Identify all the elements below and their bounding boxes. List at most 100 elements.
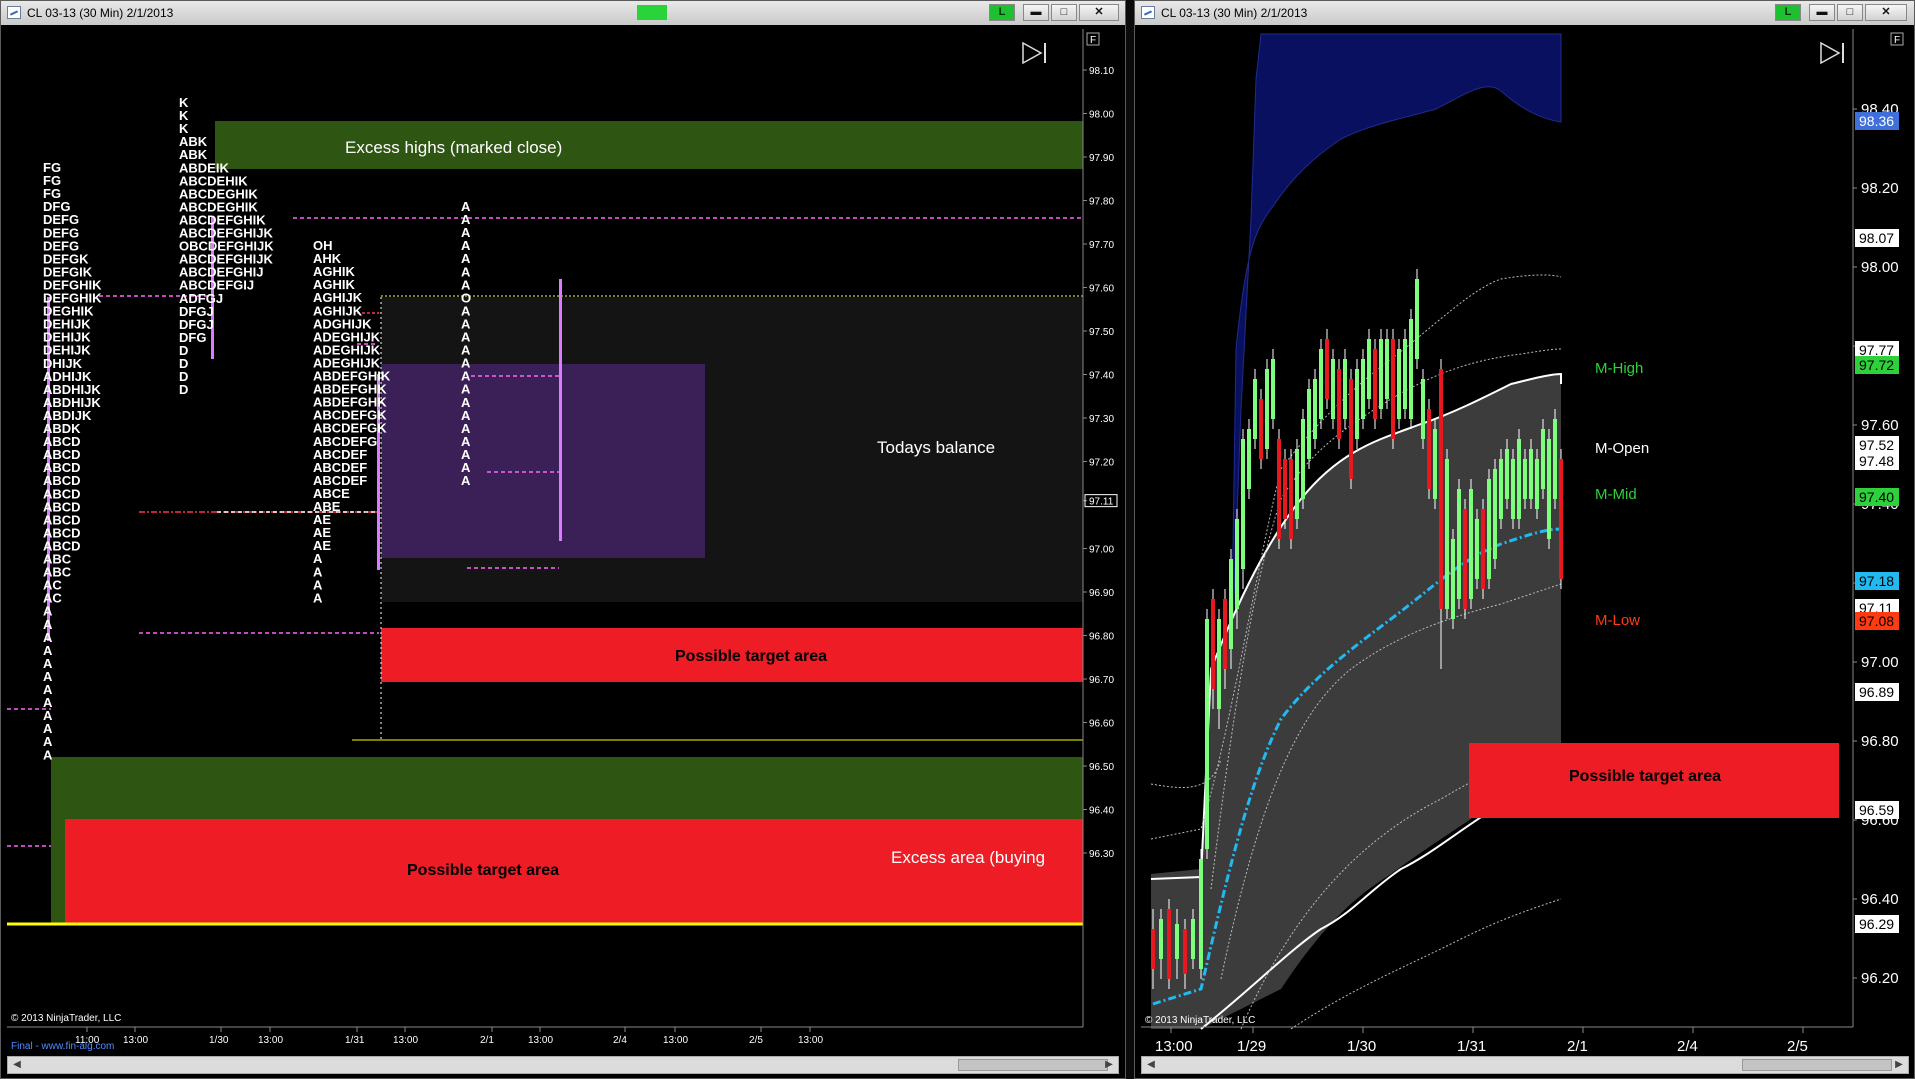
candle-body: [1367, 339, 1371, 399]
time-tick-label: 13:00: [663, 1035, 688, 1046]
close-button[interactable]: ✕: [1865, 4, 1907, 21]
price-tick-label: 97.80: [1089, 197, 1114, 208]
right-scroll-thumb[interactable]: [1742, 1059, 1892, 1071]
target-right-label: Possible target area: [1569, 768, 1721, 785]
candle-body: [1199, 859, 1203, 969]
right-window-title: CL 03-13 (30 Min) 2/1/2013: [1161, 6, 1308, 20]
price-tick-label: 97.00: [1861, 654, 1899, 671]
candle-body: [1397, 349, 1401, 419]
minimize-button[interactable]: ▬: [1023, 4, 1049, 21]
minimize-button[interactable]: ▬: [1809, 4, 1835, 21]
candle-body: [1283, 459, 1287, 519]
candle-body: [1421, 379, 1425, 439]
left-chart-window[interactable]: CL 03-13 (30 Min) 2/1/2013 L ▬ □ ✕ FG FG…: [0, 0, 1126, 1079]
price-axis: 98.10 98.00 97.90 97.80 97.70 97.60 97.50 97.40…: [1083, 66, 1118, 860]
candle-body: [1439, 369, 1443, 609]
candle-body: [1265, 369, 1269, 449]
maximize-button[interactable]: □: [1051, 4, 1077, 21]
price-tag-label: 97.08: [1859, 613, 1894, 629]
left-title-bar[interactable]: CL 03-13 (30 Min) 2/1/2013 L ▬ □ ✕: [1, 1, 1125, 25]
price-tag-label: 97.48: [1859, 453, 1894, 469]
market-profile-chart[interactable]: FGFGFGDFGDEFGDEFGDEFGDEFGKDEFGIKDEFGHIKD…: [7, 29, 1121, 1059]
m-low-label: M-Low: [1595, 612, 1640, 629]
f-badge-label: F: [1090, 35, 1096, 46]
candle-body: [1379, 339, 1383, 409]
candle-body: [1241, 439, 1245, 569]
candle-body: [1355, 369, 1359, 439]
excess-area-label: Excess area (buying: [891, 848, 1045, 867]
candle-body: [1319, 349, 1323, 419]
skip-to-end-icon[interactable]: [1820, 41, 1844, 65]
price-tick-label: 97.40: [1089, 371, 1114, 382]
candle-body: [1463, 509, 1467, 609]
close-button[interactable]: ✕: [1079, 4, 1119, 21]
price-tick-label: 96.80: [1861, 733, 1899, 750]
candle-body: [1301, 419, 1305, 499]
price-tag-label: 97.18: [1859, 573, 1894, 589]
candle-body: [1211, 599, 1215, 689]
m-high-label: M-High: [1595, 360, 1643, 377]
price-tick-label: 96.20: [1861, 970, 1899, 987]
time-axis: 11:00 13:00 1/30 13:00 1/31 13:00 2/1 13:00 2/4 1…: [75, 1027, 823, 1046]
time-tick-label: 1/31: [345, 1035, 365, 1046]
candle-body: [1487, 479, 1491, 579]
candle-body: [1175, 924, 1179, 959]
candle-body: [1183, 929, 1187, 974]
price-tick-label: 96.40: [1089, 806, 1114, 817]
candle-body: [1445, 459, 1449, 609]
copyright-text: © 2013 NinjaTrader, LLC: [11, 1013, 121, 1024]
f-badge-label: F: [1894, 35, 1900, 46]
tpo-row: D: [179, 382, 188, 397]
price-tag-label: 97.77: [1859, 342, 1894, 358]
candle-body: [1451, 539, 1455, 619]
candle-body: [1253, 379, 1257, 439]
candle-body: [1361, 359, 1365, 419]
right-horizontal-scrollbar[interactable]: ◀ ▶: [1141, 1056, 1909, 1074]
chart-window-icon: [7, 6, 21, 19]
link-button[interactable]: L: [1775, 4, 1801, 21]
maximize-button[interactable]: □: [1837, 4, 1863, 21]
scroll-left-icon[interactable]: ◀: [10, 1058, 24, 1072]
time-tick-label: 2/5: [1787, 1038, 1808, 1055]
candle-body: [1223, 599, 1227, 669]
candle-body: [1493, 469, 1497, 559]
price-tick-label: 96.80: [1089, 632, 1114, 643]
price-tag-label: 97.40: [1859, 489, 1894, 505]
candle-body: [1191, 919, 1195, 959]
candle-body: [1247, 429, 1251, 489]
left-scroll-thumb[interactable]: [958, 1059, 1108, 1071]
time-tick-label: 13:00: [258, 1035, 283, 1046]
tpo-row: A: [313, 590, 323, 605]
footer-link[interactable]: Final - www.fin-alg.com: [11, 1041, 114, 1052]
candle-body: [1541, 429, 1545, 489]
balance-value-box: [381, 364, 705, 558]
target-area-bottom: [65, 819, 1083, 923]
time-tick-label: 2/4: [1677, 1038, 1698, 1055]
tpo-row: A: [43, 747, 53, 762]
price-tag-label: 96.89: [1859, 684, 1894, 700]
scroll-right-icon[interactable]: ▶: [1102, 1058, 1116, 1072]
candle-body: [1409, 319, 1413, 419]
excess-highs-label: Excess highs (marked close): [345, 138, 562, 157]
time-tick-label: 1/30: [1347, 1038, 1376, 1055]
link-button[interactable]: L: [989, 4, 1015, 21]
candle-body: [1235, 519, 1239, 609]
candle-body: [1469, 489, 1473, 599]
candle-body: [1331, 359, 1335, 419]
scroll-left-icon[interactable]: ◀: [1144, 1058, 1158, 1072]
price-band-chart[interactable]: Possible target area M-High M-Open M-Mid…: [1141, 29, 1911, 1059]
candle-body: [1415, 279, 1419, 359]
time-tick-label: 13:00: [528, 1035, 553, 1046]
price-tick-label: 98.20: [1861, 180, 1899, 197]
right-title-bar[interactable]: CL 03-13 (30 Min) 2/1/2013 L ▬ □ ✕: [1135, 1, 1914, 25]
right-chart-window[interactable]: CL 03-13 (30 Min) 2/1/2013 L ▬ □ ✕ Possi…: [1134, 0, 1915, 1079]
left-horizontal-scrollbar[interactable]: ◀ ▶: [7, 1056, 1119, 1074]
candle-body: [1391, 339, 1395, 439]
candle-body: [1205, 619, 1209, 849]
candle-body: [1289, 459, 1293, 539]
price-tag-label: 98.07: [1859, 230, 1894, 246]
time-tick-label: 1/29: [1237, 1038, 1266, 1055]
price-tick-label: 97.30: [1089, 414, 1114, 425]
skip-to-end-icon[interactable]: [1022, 41, 1046, 65]
scroll-right-icon[interactable]: ▶: [1892, 1058, 1906, 1072]
